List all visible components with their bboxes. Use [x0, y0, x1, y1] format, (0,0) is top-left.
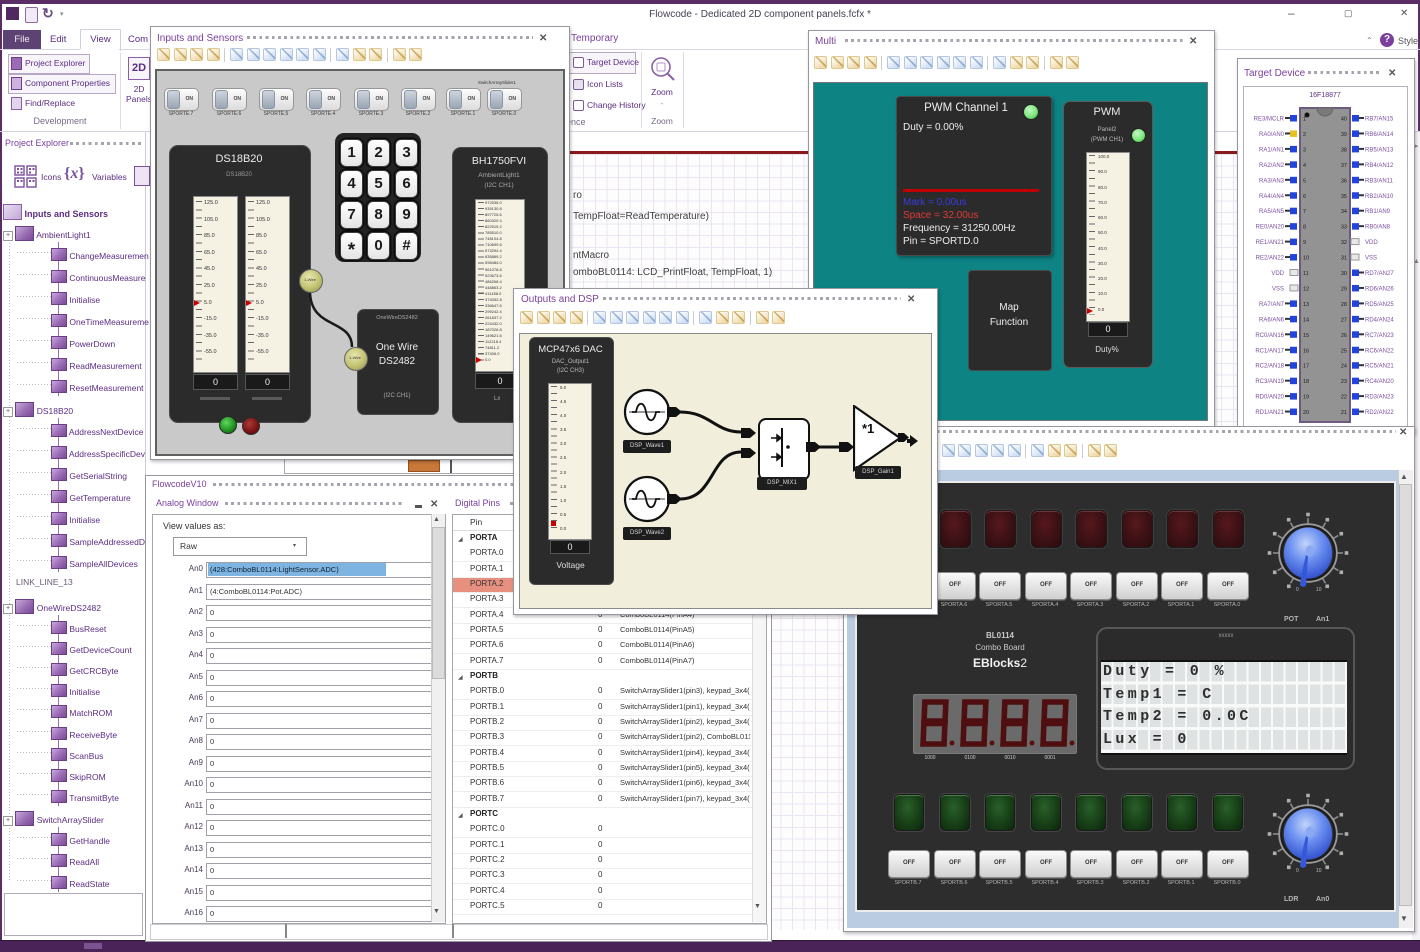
svg-text:37: 37 — [1341, 163, 1347, 169]
svg-text:10: 10 — [1316, 868, 1322, 874]
svg-text:18: 18 — [1303, 379, 1309, 385]
svg-text:RA4/AN4: RA4/AN4 — [1259, 194, 1285, 200]
svg-text:33: 33 — [1341, 225, 1347, 231]
svg-text:RB6/AN14: RB6/AN14 — [1365, 132, 1394, 138]
svg-text:RC3/AN19: RC3/AN19 — [1255, 379, 1284, 385]
svg-text:21: 21 — [1341, 410, 1347, 416]
svg-text:RD3/AN23: RD3/AN23 — [1365, 395, 1394, 401]
svg-text:RA0/AN0: RA0/AN0 — [1259, 132, 1285, 138]
svg-text:26: 26 — [1341, 333, 1347, 339]
svg-text:31: 31 — [1341, 256, 1347, 262]
svg-text:RA2/AN2: RA2/AN2 — [1259, 163, 1285, 169]
svg-text:25: 25 — [1341, 348, 1347, 354]
svg-text:RA1/AN1: RA1/AN1 — [1259, 147, 1285, 153]
svg-text:RB3/AN11: RB3/AN11 — [1365, 178, 1394, 184]
svg-text:20: 20 — [1303, 410, 1309, 416]
svg-text:27: 27 — [1341, 317, 1347, 323]
svg-text:*1: *1 — [862, 421, 874, 436]
svg-text:RC0/AN16: RC0/AN16 — [1255, 333, 1284, 339]
svg-text:VDD: VDD — [1271, 271, 1284, 277]
svg-text:RA6/AN6: RA6/AN6 — [1259, 317, 1285, 323]
svg-text:14: 14 — [1303, 317, 1309, 323]
svg-text:9: 9 — [1303, 240, 1306, 246]
svg-text:RD4/AN24: RD4/AN24 — [1365, 317, 1394, 323]
svg-text:35: 35 — [1341, 194, 1347, 200]
svg-text:RE1/AN21: RE1/AN21 — [1256, 240, 1285, 246]
svg-text:RC5/AN21: RC5/AN21 — [1365, 364, 1394, 370]
svg-text:RE3/MCLR: RE3/MCLR — [1254, 117, 1285, 123]
svg-text:RB2/AN10: RB2/AN10 — [1365, 194, 1394, 200]
svg-text:RC7/AN23: RC7/AN23 — [1365, 333, 1394, 339]
svg-text:28: 28 — [1341, 302, 1347, 308]
svg-text:RC4/AN20: RC4/AN20 — [1365, 379, 1394, 385]
svg-text:10: 10 — [1303, 256, 1309, 262]
svg-text:RE0/AN20: RE0/AN20 — [1256, 225, 1285, 231]
svg-text:1: 1 — [1303, 117, 1306, 123]
svg-text:RD5/AN25: RD5/AN25 — [1365, 302, 1394, 308]
svg-text:RD1/AN21: RD1/AN21 — [1255, 410, 1284, 416]
svg-text:24: 24 — [1341, 364, 1347, 370]
svg-text:RD2/AN22: RD2/AN22 — [1365, 410, 1394, 416]
svg-text:7: 7 — [1303, 209, 1306, 215]
svg-text:15: 15 — [1303, 333, 1309, 339]
svg-text:RB4/AN12: RB4/AN12 — [1365, 163, 1394, 169]
svg-text:RC6/AN22: RC6/AN22 — [1365, 348, 1394, 354]
svg-text:23: 23 — [1341, 379, 1347, 385]
svg-text:3: 3 — [1303, 147, 1306, 153]
svg-text:0: 0 — [1296, 587, 1299, 593]
svg-text:RA7/AN7: RA7/AN7 — [1259, 302, 1285, 308]
svg-text:32: 32 — [1341, 240, 1347, 246]
svg-text:11: 11 — [1303, 271, 1309, 277]
svg-text:16: 16 — [1303, 348, 1309, 354]
svg-text:40: 40 — [1341, 117, 1347, 123]
svg-text:8: 8 — [1303, 225, 1306, 231]
svg-text:6: 6 — [1303, 194, 1306, 200]
svg-text:RA5/AN5: RA5/AN5 — [1259, 209, 1285, 215]
svg-text:10: 10 — [1316, 587, 1322, 593]
svg-text:2: 2 — [1303, 132, 1306, 138]
svg-text:RB7/AN15: RB7/AN15 — [1365, 117, 1394, 123]
svg-text:VDD: VDD — [1365, 240, 1378, 246]
svg-text:17: 17 — [1303, 364, 1309, 370]
svg-text:39: 39 — [1341, 132, 1347, 138]
svg-text:4: 4 — [1303, 163, 1306, 169]
svg-text:36: 36 — [1341, 178, 1347, 184]
svg-text:29: 29 — [1341, 286, 1347, 292]
svg-text:30: 30 — [1341, 271, 1347, 277]
svg-text:RD0/AN20: RD0/AN20 — [1255, 395, 1284, 401]
svg-text:VSS: VSS — [1365, 256, 1377, 262]
svg-text:38: 38 — [1341, 147, 1347, 153]
svg-text:RD7/AN27: RD7/AN27 — [1365, 271, 1394, 277]
svg-text:19: 19 — [1303, 395, 1309, 401]
svg-text:RA3/AN3: RA3/AN3 — [1259, 178, 1285, 184]
svg-text:RB0/AN8: RB0/AN8 — [1365, 225, 1391, 231]
svg-text:RC2/AN18: RC2/AN18 — [1255, 364, 1284, 370]
svg-text:22: 22 — [1341, 395, 1347, 401]
svg-text:RE2/AN22: RE2/AN22 — [1256, 256, 1285, 262]
svg-text:0: 0 — [1296, 868, 1299, 874]
svg-text:5: 5 — [1303, 178, 1306, 184]
svg-text:RC1/AN17: RC1/AN17 — [1255, 348, 1284, 354]
svg-text:12: 12 — [1303, 286, 1309, 292]
svg-text:13: 13 — [1303, 302, 1309, 308]
svg-text:RB1/AN9: RB1/AN9 — [1365, 209, 1391, 215]
svg-text:34: 34 — [1341, 209, 1347, 215]
svg-text:RD6/AN26: RD6/AN26 — [1365, 286, 1394, 292]
svg-text:RB5/AN13: RB5/AN13 — [1365, 147, 1394, 153]
svg-text:VSS: VSS — [1272, 286, 1284, 292]
